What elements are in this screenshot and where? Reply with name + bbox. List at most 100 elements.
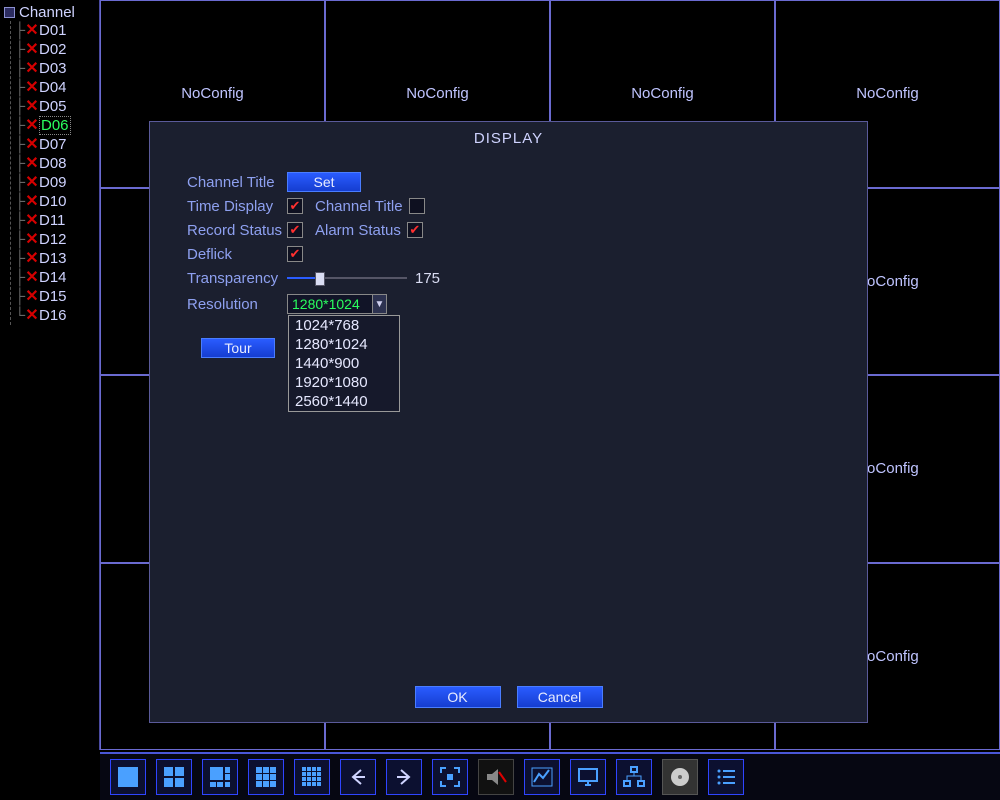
label-transparency: Transparency [187, 270, 287, 287]
channel-label: D15 [39, 288, 67, 305]
label-alarm-status: Alarm Status [315, 222, 401, 239]
toolbar-monitor-icon[interactable] [570, 759, 606, 795]
resolution-option[interactable]: 1280*1024 [289, 335, 399, 354]
disabled-icon: ✕ [25, 157, 39, 171]
toolbar-view-16-icon[interactable] [294, 759, 330, 795]
toolbar-view-9-icon[interactable] [248, 759, 284, 795]
resolution-option[interactable]: 1024*768 [289, 316, 399, 335]
channel-item-D16[interactable]: └✕D16 [11, 306, 99, 325]
check-icon: ✔ [290, 224, 301, 236]
disabled-icon: ✕ [25, 271, 39, 285]
channel-label: D04 [39, 79, 67, 96]
disabled-icon: ✕ [25, 195, 39, 209]
resolution-option[interactable]: 1440*900 [289, 354, 399, 373]
disabled-icon: ✕ [25, 62, 39, 76]
channel-item-D07[interactable]: ├✕D07 [11, 135, 99, 154]
toolbar-network-icon[interactable] [616, 759, 652, 795]
label-channel-title-2: Channel Title [315, 198, 403, 215]
slider-thumb[interactable] [315, 272, 325, 286]
channel-item-D02[interactable]: ├✕D02 [11, 40, 99, 59]
channel-item-D01[interactable]: ├✕D01 [11, 21, 99, 40]
channel-label: D07 [39, 136, 67, 153]
view-toolbar [100, 752, 1000, 800]
toolbar-fullscreen-icon[interactable] [432, 759, 468, 795]
channel-item-D10[interactable]: ├✕D10 [11, 192, 99, 211]
toolbar-storage-icon[interactable] [662, 759, 698, 795]
disabled-icon: ✕ [25, 43, 39, 57]
channel-label: D16 [39, 307, 67, 324]
label-channel-title: Channel Title [187, 174, 287, 191]
channel-label: D01 [39, 22, 67, 39]
checkbox-alarm-status[interactable]: ✔ [407, 222, 423, 238]
check-icon: ✔ [290, 200, 301, 212]
toolbar-mute-icon[interactable] [478, 759, 514, 795]
channel-item-D09[interactable]: ├✕D09 [11, 173, 99, 192]
channel-label: D11 [39, 212, 65, 229]
channel-item-D06[interactable]: ├✕D06 [11, 116, 99, 135]
display-dialog: DISPLAY Channel Title Set Time Display ✔… [149, 121, 868, 723]
label-resolution: Resolution [187, 296, 287, 313]
cell-status: NoConfig [856, 85, 919, 102]
channel-label: D10 [39, 193, 67, 210]
resolution-select[interactable]: 1280*1024 ▼ 1024*7681280*10241440*900192… [287, 294, 387, 314]
checkbox-channel-title[interactable] [409, 198, 425, 214]
cell-status: NoConfig [406, 85, 469, 102]
chevron-down-icon: ▼ [372, 295, 386, 313]
channel-item-D11[interactable]: ├✕D11 [11, 211, 99, 230]
channel-item-D14[interactable]: ├✕D14 [11, 268, 99, 287]
cancel-button[interactable]: Cancel [517, 686, 603, 708]
disabled-icon: ✕ [25, 176, 39, 190]
channel-label: D08 [39, 155, 67, 172]
channel-item-D08[interactable]: ├✕D08 [11, 154, 99, 173]
toolbar-view-4-icon[interactable] [156, 759, 192, 795]
resolution-dropdown: 1024*7681280*10241440*9001920*10802560*1… [288, 315, 400, 412]
channel-item-D12[interactable]: ├✕D12 [11, 230, 99, 249]
disabled-icon: ✕ [25, 81, 39, 95]
cell-status: NoConfig [181, 85, 244, 102]
disabled-icon: ✕ [25, 119, 39, 133]
check-icon: ✔ [409, 224, 420, 236]
channel-item-D13[interactable]: ├✕D13 [11, 249, 99, 268]
disabled-icon: ✕ [25, 138, 39, 152]
channel-label: D03 [39, 60, 67, 77]
check-icon: ✔ [290, 248, 301, 260]
channel-item-D04[interactable]: ├✕D04 [11, 78, 99, 97]
tree-root-icon [4, 7, 15, 18]
resolution-value: 1280*1024 [292, 296, 360, 312]
checkbox-time-display[interactable]: ✔ [287, 198, 303, 214]
disabled-icon: ✕ [25, 290, 39, 304]
tour-button[interactable]: Tour [201, 338, 275, 358]
channel-label: D14 [39, 269, 67, 286]
transparency-value: 175 [415, 270, 440, 287]
ok-button[interactable]: OK [415, 686, 501, 708]
channel-label: D02 [39, 41, 67, 58]
channel-item-D05[interactable]: ├✕D05 [11, 97, 99, 116]
dialog-title: DISPLAY [150, 122, 867, 153]
channel-label: D06 [41, 117, 69, 134]
disabled-icon: ✕ [25, 233, 39, 247]
resolution-option[interactable]: 2560*1440 [289, 392, 399, 411]
set-button[interactable]: Set [287, 172, 361, 192]
sidebar-title: Channel [19, 4, 75, 21]
label-record-status: Record Status [187, 222, 287, 239]
checkbox-deflick[interactable]: ✔ [287, 246, 303, 262]
checkbox-record-status[interactable]: ✔ [287, 222, 303, 238]
resolution-option[interactable]: 1920*1080 [289, 373, 399, 392]
disabled-icon: ✕ [25, 252, 39, 266]
toolbar-view-8-icon[interactable] [202, 759, 238, 795]
channel-item-D03[interactable]: ├✕D03 [11, 59, 99, 78]
disabled-icon: ✕ [25, 100, 39, 114]
toolbar-next-icon[interactable] [386, 759, 422, 795]
cell-status: NoConfig [631, 85, 694, 102]
channel-label: D09 [39, 174, 67, 191]
channel-sidebar: Channel ├✕D01├✕D02├✕D03├✕D04├✕D05├✕D06├✕… [0, 0, 100, 750]
channel-label: D12 [39, 231, 67, 248]
toolbar-list-icon[interactable] [708, 759, 744, 795]
toolbar-view-1-icon[interactable] [110, 759, 146, 795]
toolbar-prev-icon[interactable] [340, 759, 376, 795]
channel-label: D13 [39, 250, 67, 267]
disabled-icon: ✕ [25, 309, 39, 323]
transparency-slider[interactable]: 175 [287, 270, 440, 287]
toolbar-chart-icon[interactable] [524, 759, 560, 795]
channel-item-D15[interactable]: ├✕D15 [11, 287, 99, 306]
